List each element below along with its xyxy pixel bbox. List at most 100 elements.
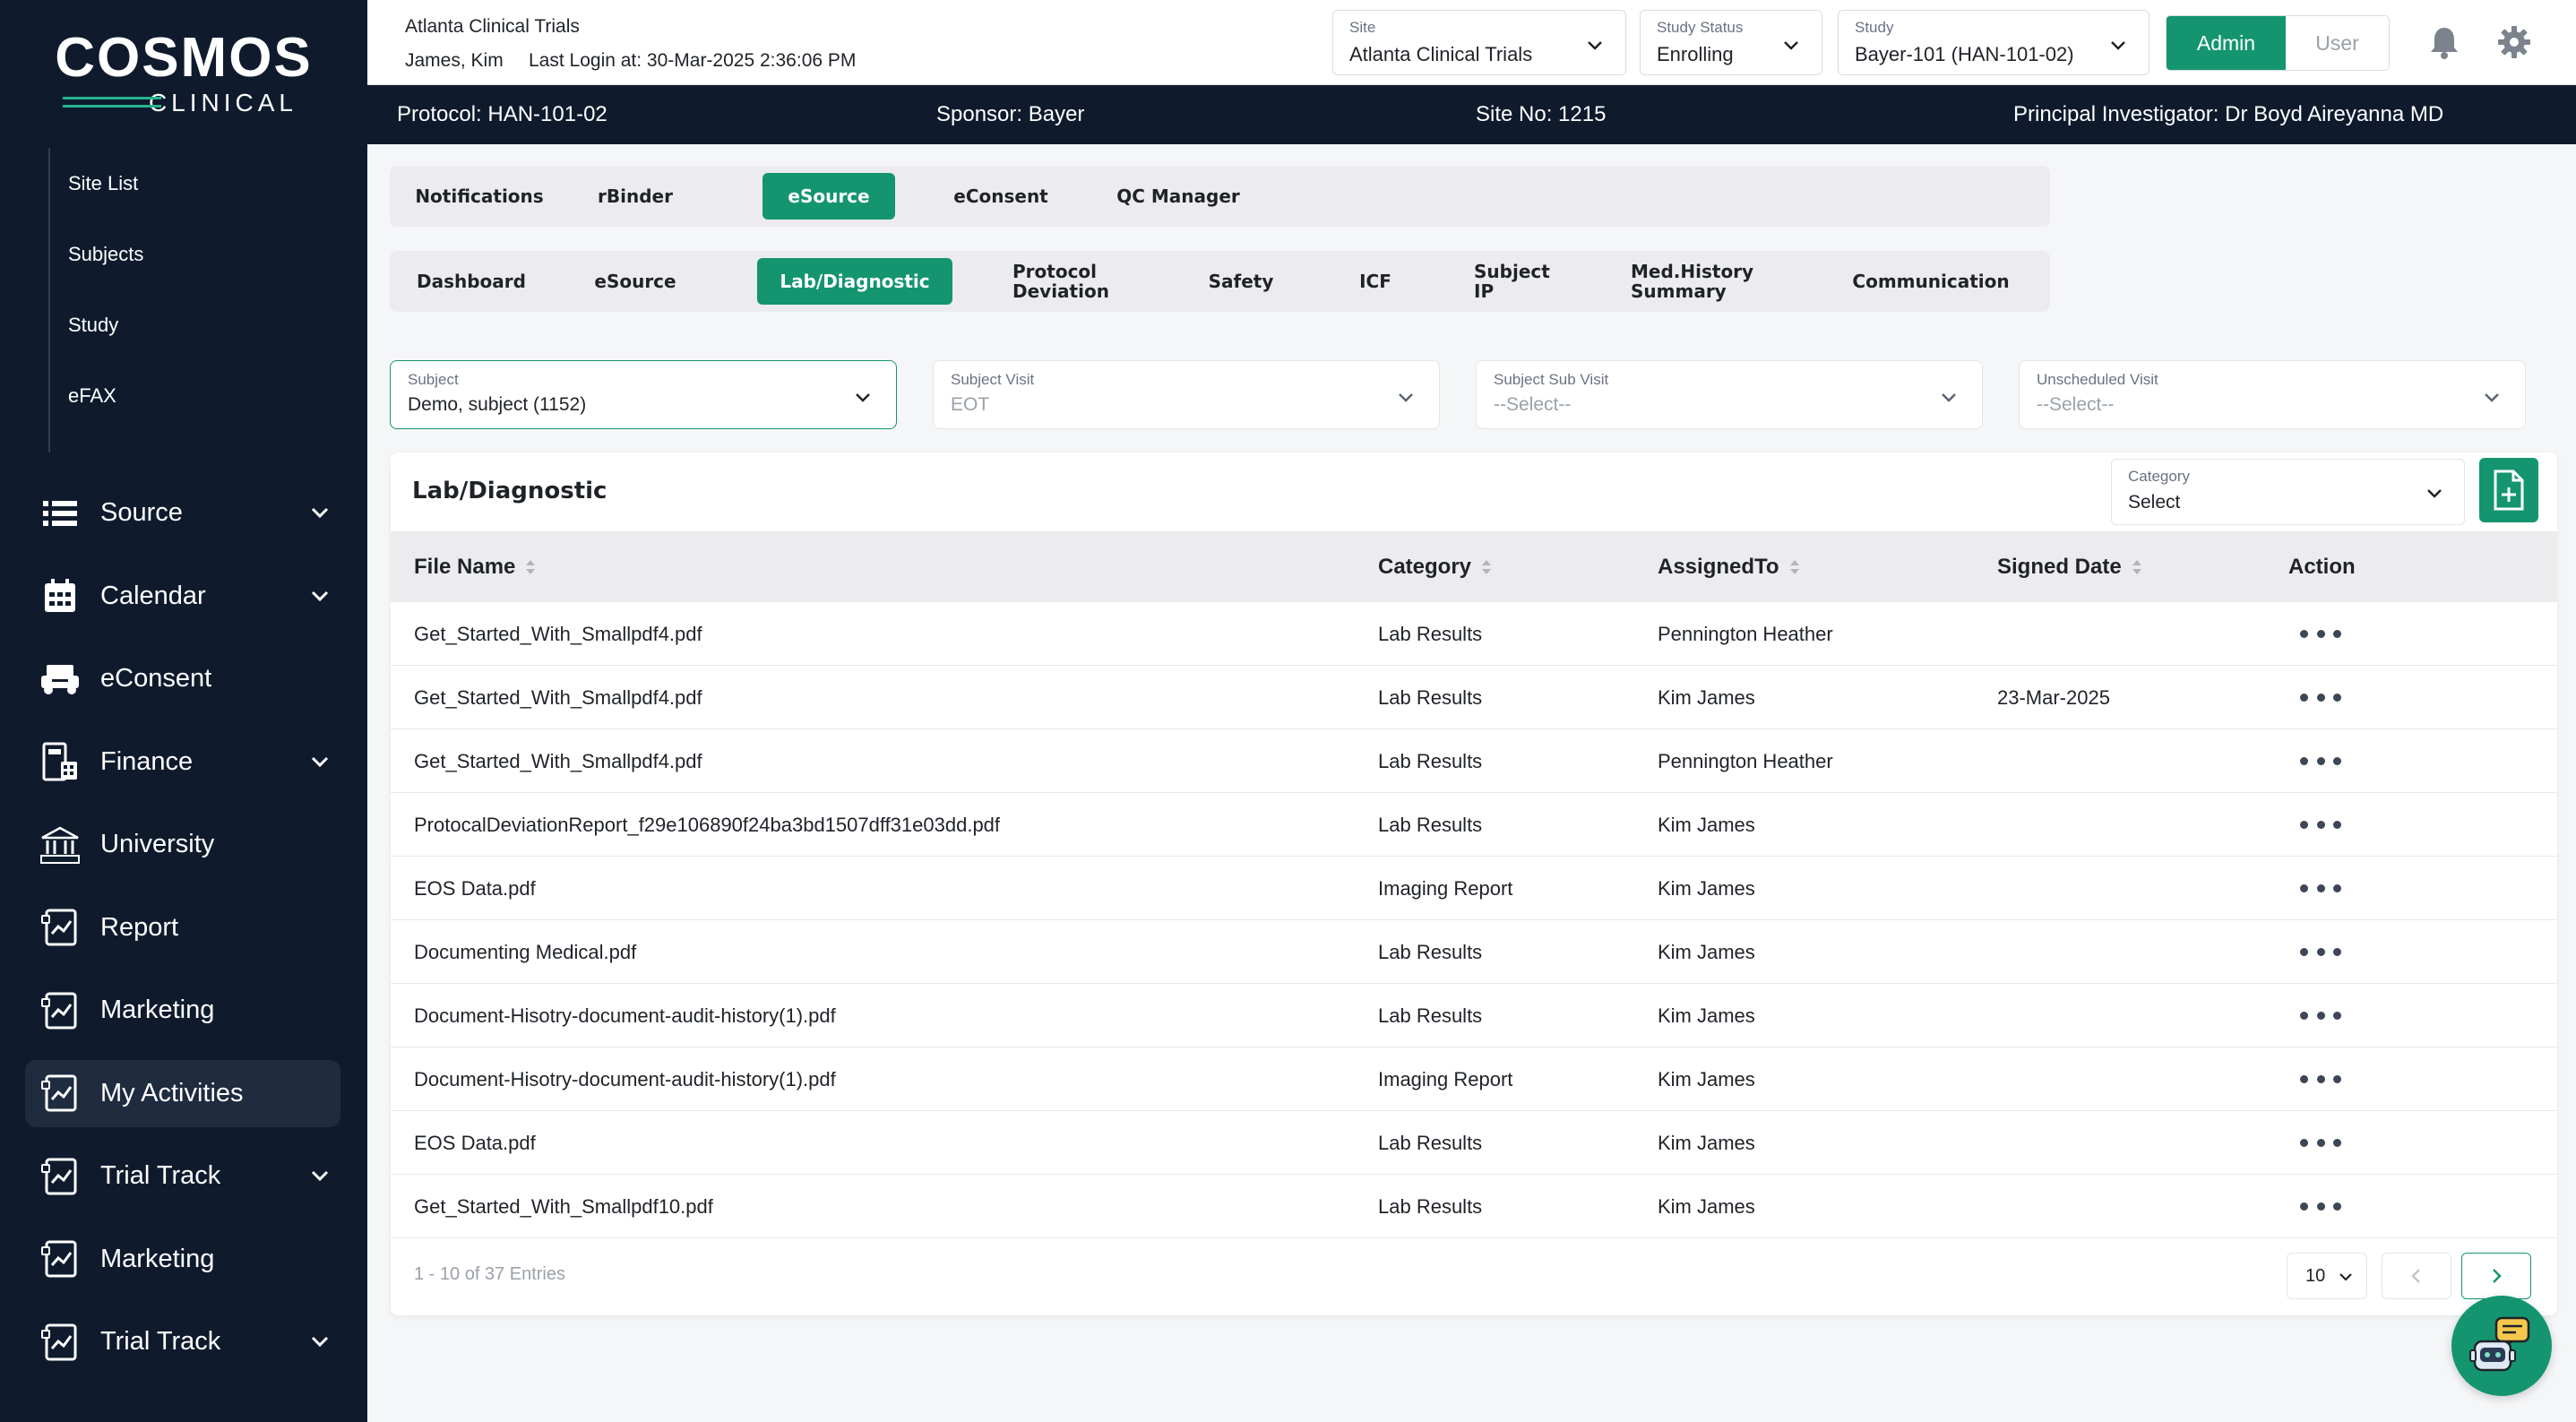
page-size-value: 10 bbox=[2305, 1265, 2326, 1286]
table-row[interactable]: Get_Started_With_Smallpdf10.pdf Lab Resu… bbox=[391, 1175, 2557, 1238]
study-select[interactable]: Study Bayer-101 (HAN-101-02) bbox=[1838, 10, 2150, 75]
next-page-button[interactable] bbox=[2461, 1253, 2531, 1299]
tab-rbinder[interactable]: rBinder bbox=[589, 173, 682, 220]
table-row[interactable]: Get_Started_With_Smallpdf4.pdf Lab Resul… bbox=[391, 602, 2557, 666]
column-signed-date[interactable]: Signed Date bbox=[1997, 555, 2143, 580]
table-row[interactable]: Get_Started_With_Smallpdf4.pdf Lab Resul… bbox=[391, 729, 2557, 793]
report-icon bbox=[39, 907, 81, 948]
table-row[interactable]: ProtocalDeviationReport_f29e106890f24ba3… bbox=[391, 793, 2557, 857]
add-file-button[interactable] bbox=[2479, 458, 2538, 522]
more-options-icon[interactable] bbox=[2300, 1196, 2341, 1216]
tab-med-history-summary[interactable]: Med.History Summary bbox=[1631, 258, 1753, 305]
sidebar-link-subjects[interactable]: Subjects bbox=[50, 219, 335, 289]
sidebar-item-finance[interactable]: Finance bbox=[25, 728, 340, 796]
table-row[interactable]: Document-Hisotry-document-audit-history(… bbox=[391, 984, 2557, 1047]
tab-econsent[interactable]: eConsent bbox=[938, 173, 1064, 220]
sidebar-item-source[interactable]: Source bbox=[25, 479, 340, 547]
subject-sub-visit-select[interactable]: Subject Sub Visit --Select-- bbox=[1476, 360, 1983, 429]
more-options-icon[interactable] bbox=[2300, 1133, 2341, 1152]
table-row[interactable]: Document-Hisotry-document-audit-history(… bbox=[391, 1047, 2557, 1111]
more-options-icon[interactable] bbox=[2300, 814, 2341, 834]
column-assigned-to[interactable]: AssignedTo bbox=[1658, 555, 1801, 580]
more-options-icon[interactable] bbox=[2300, 1069, 2341, 1089]
tab-subject-ip[interactable]: Subject IP bbox=[1474, 258, 1555, 305]
subject-visit-value: EOT bbox=[951, 394, 990, 415]
tab-esource-sub[interactable]: eSource bbox=[583, 258, 687, 305]
file-name-cell[interactable]: Get_Started_With_Smallpdf4.pdf bbox=[414, 686, 702, 710]
sidebar-item-calendar[interactable]: Calendar bbox=[25, 563, 340, 630]
role-admin-button[interactable]: Admin bbox=[2167, 16, 2286, 70]
cosmos-logo[interactable]: COSMOS CLINICAL bbox=[54, 27, 314, 116]
tab-icf[interactable]: ICF bbox=[1348, 258, 1402, 305]
file-name-cell[interactable]: Get_Started_With_Smallpdf10.pdf bbox=[414, 1195, 713, 1219]
sidebar-item-my-activities[interactable]: My Activities bbox=[25, 1059, 340, 1127]
assigned-to-cell: Kim James bbox=[1658, 1004, 1755, 1027]
chatbot-button[interactable] bbox=[2451, 1296, 2552, 1396]
page-size-select[interactable]: 10 bbox=[2287, 1253, 2367, 1299]
subject-select-value: Demo, subject (1152) bbox=[408, 394, 587, 415]
sidebar-item-trial-track-2[interactable]: Trial Track bbox=[25, 1308, 340, 1375]
previous-page-button[interactable] bbox=[2382, 1253, 2451, 1299]
study-status-select[interactable]: Study Status Enrolling bbox=[1640, 10, 1822, 75]
site-select-value: Atlanta Clinical Trials bbox=[1349, 43, 1533, 65]
sidebar-item-report[interactable]: Report bbox=[25, 894, 340, 961]
file-name-cell[interactable]: ProtocalDeviationReport_f29e106890f24ba3… bbox=[414, 814, 1000, 837]
sort-icon bbox=[1789, 560, 1799, 574]
subject-select[interactable]: Subject Demo, subject (1152) bbox=[390, 360, 897, 429]
unscheduled-visit-value: --Select-- bbox=[2037, 394, 2115, 415]
column-label: AssignedTo bbox=[1658, 555, 1779, 579]
sidebar-item-marketing-2[interactable]: Marketing bbox=[25, 1226, 340, 1293]
sidebar-item-trial-track[interactable]: Trial Track bbox=[25, 1142, 340, 1210]
role-toggle: Admin User bbox=[2166, 15, 2390, 71]
tab-dashboard[interactable]: Dashboard bbox=[399, 258, 544, 305]
table-row[interactable]: EOS Data.pdf Imaging Report Kim James bbox=[391, 857, 2557, 920]
column-file-name[interactable]: File Name bbox=[414, 555, 537, 580]
subject-visit-select[interactable]: Subject Visit EOT bbox=[933, 360, 1440, 429]
sidebar-item-marketing[interactable]: Marketing bbox=[25, 977, 340, 1044]
file-name-cell[interactable]: EOS Data.pdf bbox=[414, 877, 536, 901]
tab-qc-manager[interactable]: QC Manager bbox=[1107, 173, 1250, 220]
unscheduled-visit-select[interactable]: Unscheduled Visit --Select-- bbox=[2019, 360, 2526, 429]
file-name-cell[interactable]: Documenting Medical.pdf bbox=[414, 941, 636, 964]
protocol-bar: Protocol: HAN-101-02 Sponsor: Bayer Site… bbox=[367, 85, 2576, 144]
sidebar-item-university[interactable]: University bbox=[25, 811, 340, 878]
sidebar-item-econsent[interactable]: eConsent bbox=[25, 645, 340, 712]
file-name-cell[interactable]: Get_Started_With_Smallpdf4.pdf bbox=[414, 750, 702, 773]
tab-lab-diagnostic[interactable]: Lab/Diagnostic bbox=[757, 258, 952, 305]
more-options-icon[interactable] bbox=[2300, 942, 2341, 961]
category-select[interactable]: Category Select bbox=[2111, 459, 2465, 525]
tab-communication[interactable]: Communication bbox=[1841, 258, 2020, 305]
more-options-icon[interactable] bbox=[2300, 878, 2341, 898]
more-options-icon[interactable] bbox=[2300, 624, 2341, 643]
sidebar-link-efax[interactable]: eFAX bbox=[50, 360, 335, 431]
file-name-cell[interactable]: EOS Data.pdf bbox=[414, 1132, 536, 1155]
file-name-cell[interactable]: Get_Started_With_Smallpdf4.pdf bbox=[414, 623, 702, 646]
role-user-button[interactable]: User bbox=[2286, 16, 2389, 70]
gear-icon[interactable] bbox=[2497, 25, 2531, 59]
column-label: File Name bbox=[414, 555, 516, 579]
file-name-cell[interactable]: Document-Hisotry-document-audit-history(… bbox=[414, 1068, 836, 1091]
more-options-icon[interactable] bbox=[2300, 751, 2341, 771]
study-select-label: Study bbox=[1855, 19, 1894, 36]
subject-sub-visit-value: --Select-- bbox=[1494, 394, 1572, 415]
tab-protocol-deviation[interactable]: Protocol Deviation bbox=[1012, 258, 1129, 305]
bell-icon[interactable] bbox=[2428, 25, 2460, 59]
sidebar-link-study[interactable]: Study bbox=[50, 289, 335, 360]
column-category[interactable]: Category bbox=[1378, 555, 1493, 580]
site-select[interactable]: Site Atlanta Clinical Trials bbox=[1332, 10, 1626, 75]
table-row[interactable]: Get_Started_With_Smallpdf4.pdf Lab Resul… bbox=[391, 666, 2557, 729]
tab-esource[interactable]: eSource bbox=[762, 173, 895, 220]
table-header: File Name Category AssignedTo Signed Dat… bbox=[391, 531, 2557, 602]
more-options-icon[interactable] bbox=[2300, 687, 2341, 707]
lab-diagnostic-card: Lab/Diagnostic Category Select File Name… bbox=[391, 452, 2557, 1315]
sidebar-link-site-list[interactable]: Site List bbox=[50, 148, 335, 219]
sidebar-item-label: eConsent bbox=[100, 664, 212, 693]
file-name-cell[interactable]: Document-Hisotry-document-audit-history(… bbox=[414, 1004, 836, 1028]
category-cell: Lab Results bbox=[1378, 1132, 1483, 1154]
tab-safety[interactable]: Safety bbox=[1196, 258, 1286, 305]
table-row[interactable]: EOS Data.pdf Lab Results Kim James bbox=[391, 1111, 2557, 1175]
tab-notifications[interactable]: Notifications bbox=[399, 173, 560, 220]
category-cell: Lab Results bbox=[1378, 1004, 1483, 1027]
more-options-icon[interactable] bbox=[2300, 1005, 2341, 1025]
table-row[interactable]: Documenting Medical.pdf Lab Results Kim … bbox=[391, 920, 2557, 984]
